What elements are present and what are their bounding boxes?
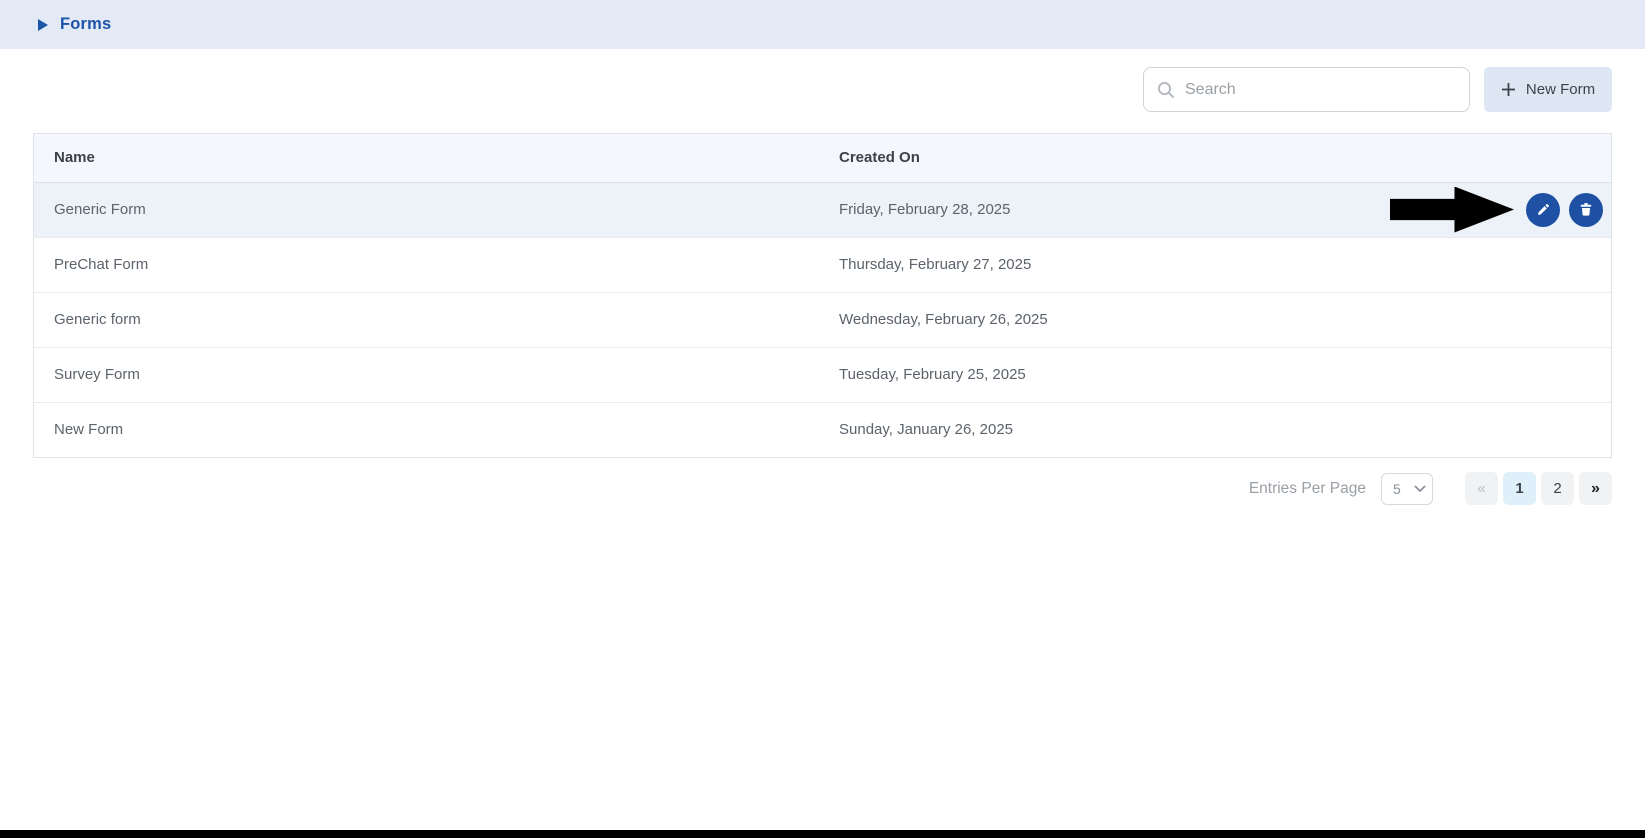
prev-page-button[interactable]: « xyxy=(1465,472,1498,505)
caret-right-icon[interactable] xyxy=(37,18,49,32)
pagination: Entries Per Page 5 «12» xyxy=(33,472,1612,505)
created-on-text: Sunday, January 26, 2025 xyxy=(839,421,1013,438)
form-name-cell: PreChat Form xyxy=(34,237,819,292)
column-header-name[interactable]: Name xyxy=(34,134,819,182)
created-on-cell: Friday, February 28, 2025 xyxy=(819,182,1611,237)
created-on-cell: Thursday, February 27, 2025 xyxy=(819,237,1611,292)
new-form-button[interactable]: New Form xyxy=(1484,67,1612,112)
page-button-2[interactable]: 2 xyxy=(1541,472,1574,505)
form-name-cell: New Form xyxy=(34,402,819,457)
trash-icon xyxy=(1578,201,1594,218)
search-icon xyxy=(1156,80,1176,100)
toolbar: New Form xyxy=(33,67,1612,112)
form-name-cell: Generic form xyxy=(34,292,819,347)
delete-form-button[interactable] xyxy=(1569,193,1603,227)
created-on-cell: Sunday, January 26, 2025 xyxy=(819,402,1611,457)
created-on-text: Tuesday, February 25, 2025 xyxy=(839,366,1026,383)
table-row[interactable]: Generic Form Friday, February 28, 2025 xyxy=(34,182,1611,237)
form-name-cell: Generic Form xyxy=(34,182,819,237)
search-box xyxy=(1143,67,1470,112)
table-header-row: Name Created On xyxy=(34,134,1611,182)
plus-icon xyxy=(1501,82,1516,97)
created-on-text: Wednesday, February 26, 2025 xyxy=(839,311,1048,328)
table-row[interactable]: Survey Form Tuesday, February 25, 2025 xyxy=(34,347,1611,402)
annotation-arrow-right xyxy=(1390,187,1514,233)
created-on-text: Friday, February 28, 2025 xyxy=(839,201,1010,218)
entries-per-page-wrap: 5 xyxy=(1381,473,1433,505)
screenshot-bottom-edge xyxy=(0,830,1645,838)
form-name-cell: Survey Form xyxy=(34,347,819,402)
row-actions xyxy=(1526,193,1603,227)
table-row[interactable]: New Form Sunday, January 26, 2025 xyxy=(34,402,1611,457)
table-row[interactable]: Generic form Wednesday, February 26, 202… xyxy=(34,292,1611,347)
created-on-cell: Wednesday, February 26, 2025 xyxy=(819,292,1611,347)
next-page-button[interactable]: » xyxy=(1579,472,1612,505)
new-form-button-label: New Form xyxy=(1526,81,1595,98)
edit-form-button[interactable] xyxy=(1526,193,1560,227)
forms-table: Name Created On Generic Form Friday, Feb… xyxy=(33,133,1612,458)
page-button-1[interactable]: 1 xyxy=(1503,472,1536,505)
pencil-icon xyxy=(1535,201,1552,218)
table-row[interactable]: PreChat Form Thursday, February 27, 2025 xyxy=(34,237,1611,292)
created-on-text: Thursday, February 27, 2025 xyxy=(839,256,1031,273)
page-buttons: «12» xyxy=(1465,472,1612,505)
forms-header-bar: Forms xyxy=(0,0,1645,49)
created-on-cell: Tuesday, February 25, 2025 xyxy=(819,347,1611,402)
entries-per-page-select[interactable]: 5 xyxy=(1381,473,1433,505)
entries-per-page-label: Entries Per Page xyxy=(1249,480,1366,498)
page-title[interactable]: Forms xyxy=(60,15,111,34)
column-header-created-on[interactable]: Created On xyxy=(819,134,1611,182)
search-input[interactable] xyxy=(1185,81,1457,99)
